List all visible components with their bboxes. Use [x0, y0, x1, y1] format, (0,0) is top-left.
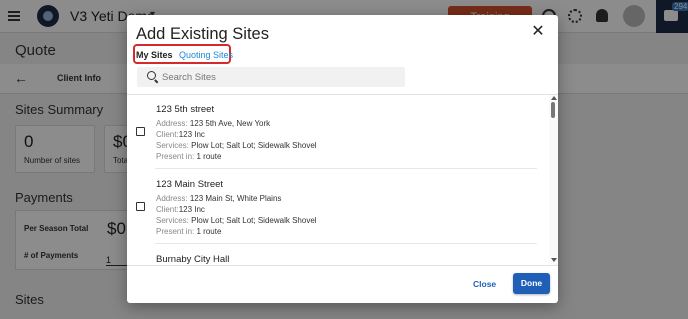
add-existing-sites-dialog: Add Existing Sites ✕ My Sites Quoting Si…	[127, 15, 558, 303]
services-label: Services:	[156, 141, 189, 150]
scroll-thumb[interactable]	[551, 102, 555, 118]
sites-list: 123 5th street Address: 123 5th Ave, New…	[127, 95, 549, 265]
scroll-down-arrow-icon[interactable]	[551, 258, 557, 262]
dialog-title: Add Existing Sites	[136, 25, 269, 43]
site-name: Burnaby City Hall	[156, 254, 230, 265]
done-button[interactable]: Done	[513, 273, 550, 294]
client-value: 123 Inc	[178, 130, 205, 139]
client-label: Client:	[156, 205, 179, 214]
present-in-value: 1 route	[196, 152, 222, 161]
scroll-up-arrow-icon[interactable]	[551, 96, 557, 100]
present-in-value: 1 route	[196, 227, 222, 236]
address-label: Address:	[156, 119, 188, 128]
search-icon	[147, 71, 156, 80]
site-checkbox[interactable]	[136, 127, 145, 136]
site-address: Address: 123 Main St, White Plains	[156, 194, 281, 203]
site-name: 123 Main Street	[156, 179, 224, 190]
site-name: 123 5th street	[156, 104, 215, 115]
address-value: 123 Main St, White Plains	[189, 194, 282, 203]
site-client: Client:123 Inc	[156, 205, 205, 214]
search-box	[137, 67, 405, 87]
list-scrollbar[interactable]	[549, 95, 558, 265]
site-services: Services: Plow Lot; Salt Lot; Sidewalk S…	[156, 141, 317, 150]
services-value: Plow Lot; Salt Lot; Sidewalk Shovel	[191, 216, 317, 225]
site-checkbox[interactable]	[136, 202, 145, 211]
item-divider	[155, 168, 537, 169]
item-divider	[155, 243, 537, 244]
tab-quoting-sites[interactable]: Quoting Sites	[179, 50, 233, 60]
present-in-label: Present in:	[156, 227, 195, 236]
address-label: Address:	[156, 194, 188, 203]
address-value: 123 5th Ave, New York	[189, 119, 271, 128]
close-button[interactable]: Close	[473, 279, 496, 289]
site-address: Address: 123 5th Ave, New York	[156, 119, 270, 128]
site-services: Services: Plow Lot; Salt Lot; Sidewalk S…	[156, 216, 317, 225]
site-client: Client:123 Inc	[156, 130, 205, 139]
tab-my-sites[interactable]: My Sites	[136, 50, 173, 60]
present-in-label: Present in:	[156, 152, 195, 161]
site-present-in: Present in: 1 route	[156, 227, 221, 236]
services-value: Plow Lot; Salt Lot; Sidewalk Shovel	[191, 141, 317, 150]
close-icon[interactable]: ✕	[531, 24, 545, 40]
site-present-in: Present in: 1 route	[156, 152, 221, 161]
divider	[127, 265, 558, 266]
search-input[interactable]	[162, 67, 392, 87]
services-label: Services:	[156, 216, 189, 225]
client-value: 123 Inc	[178, 205, 205, 214]
client-label: Client:	[156, 130, 179, 139]
